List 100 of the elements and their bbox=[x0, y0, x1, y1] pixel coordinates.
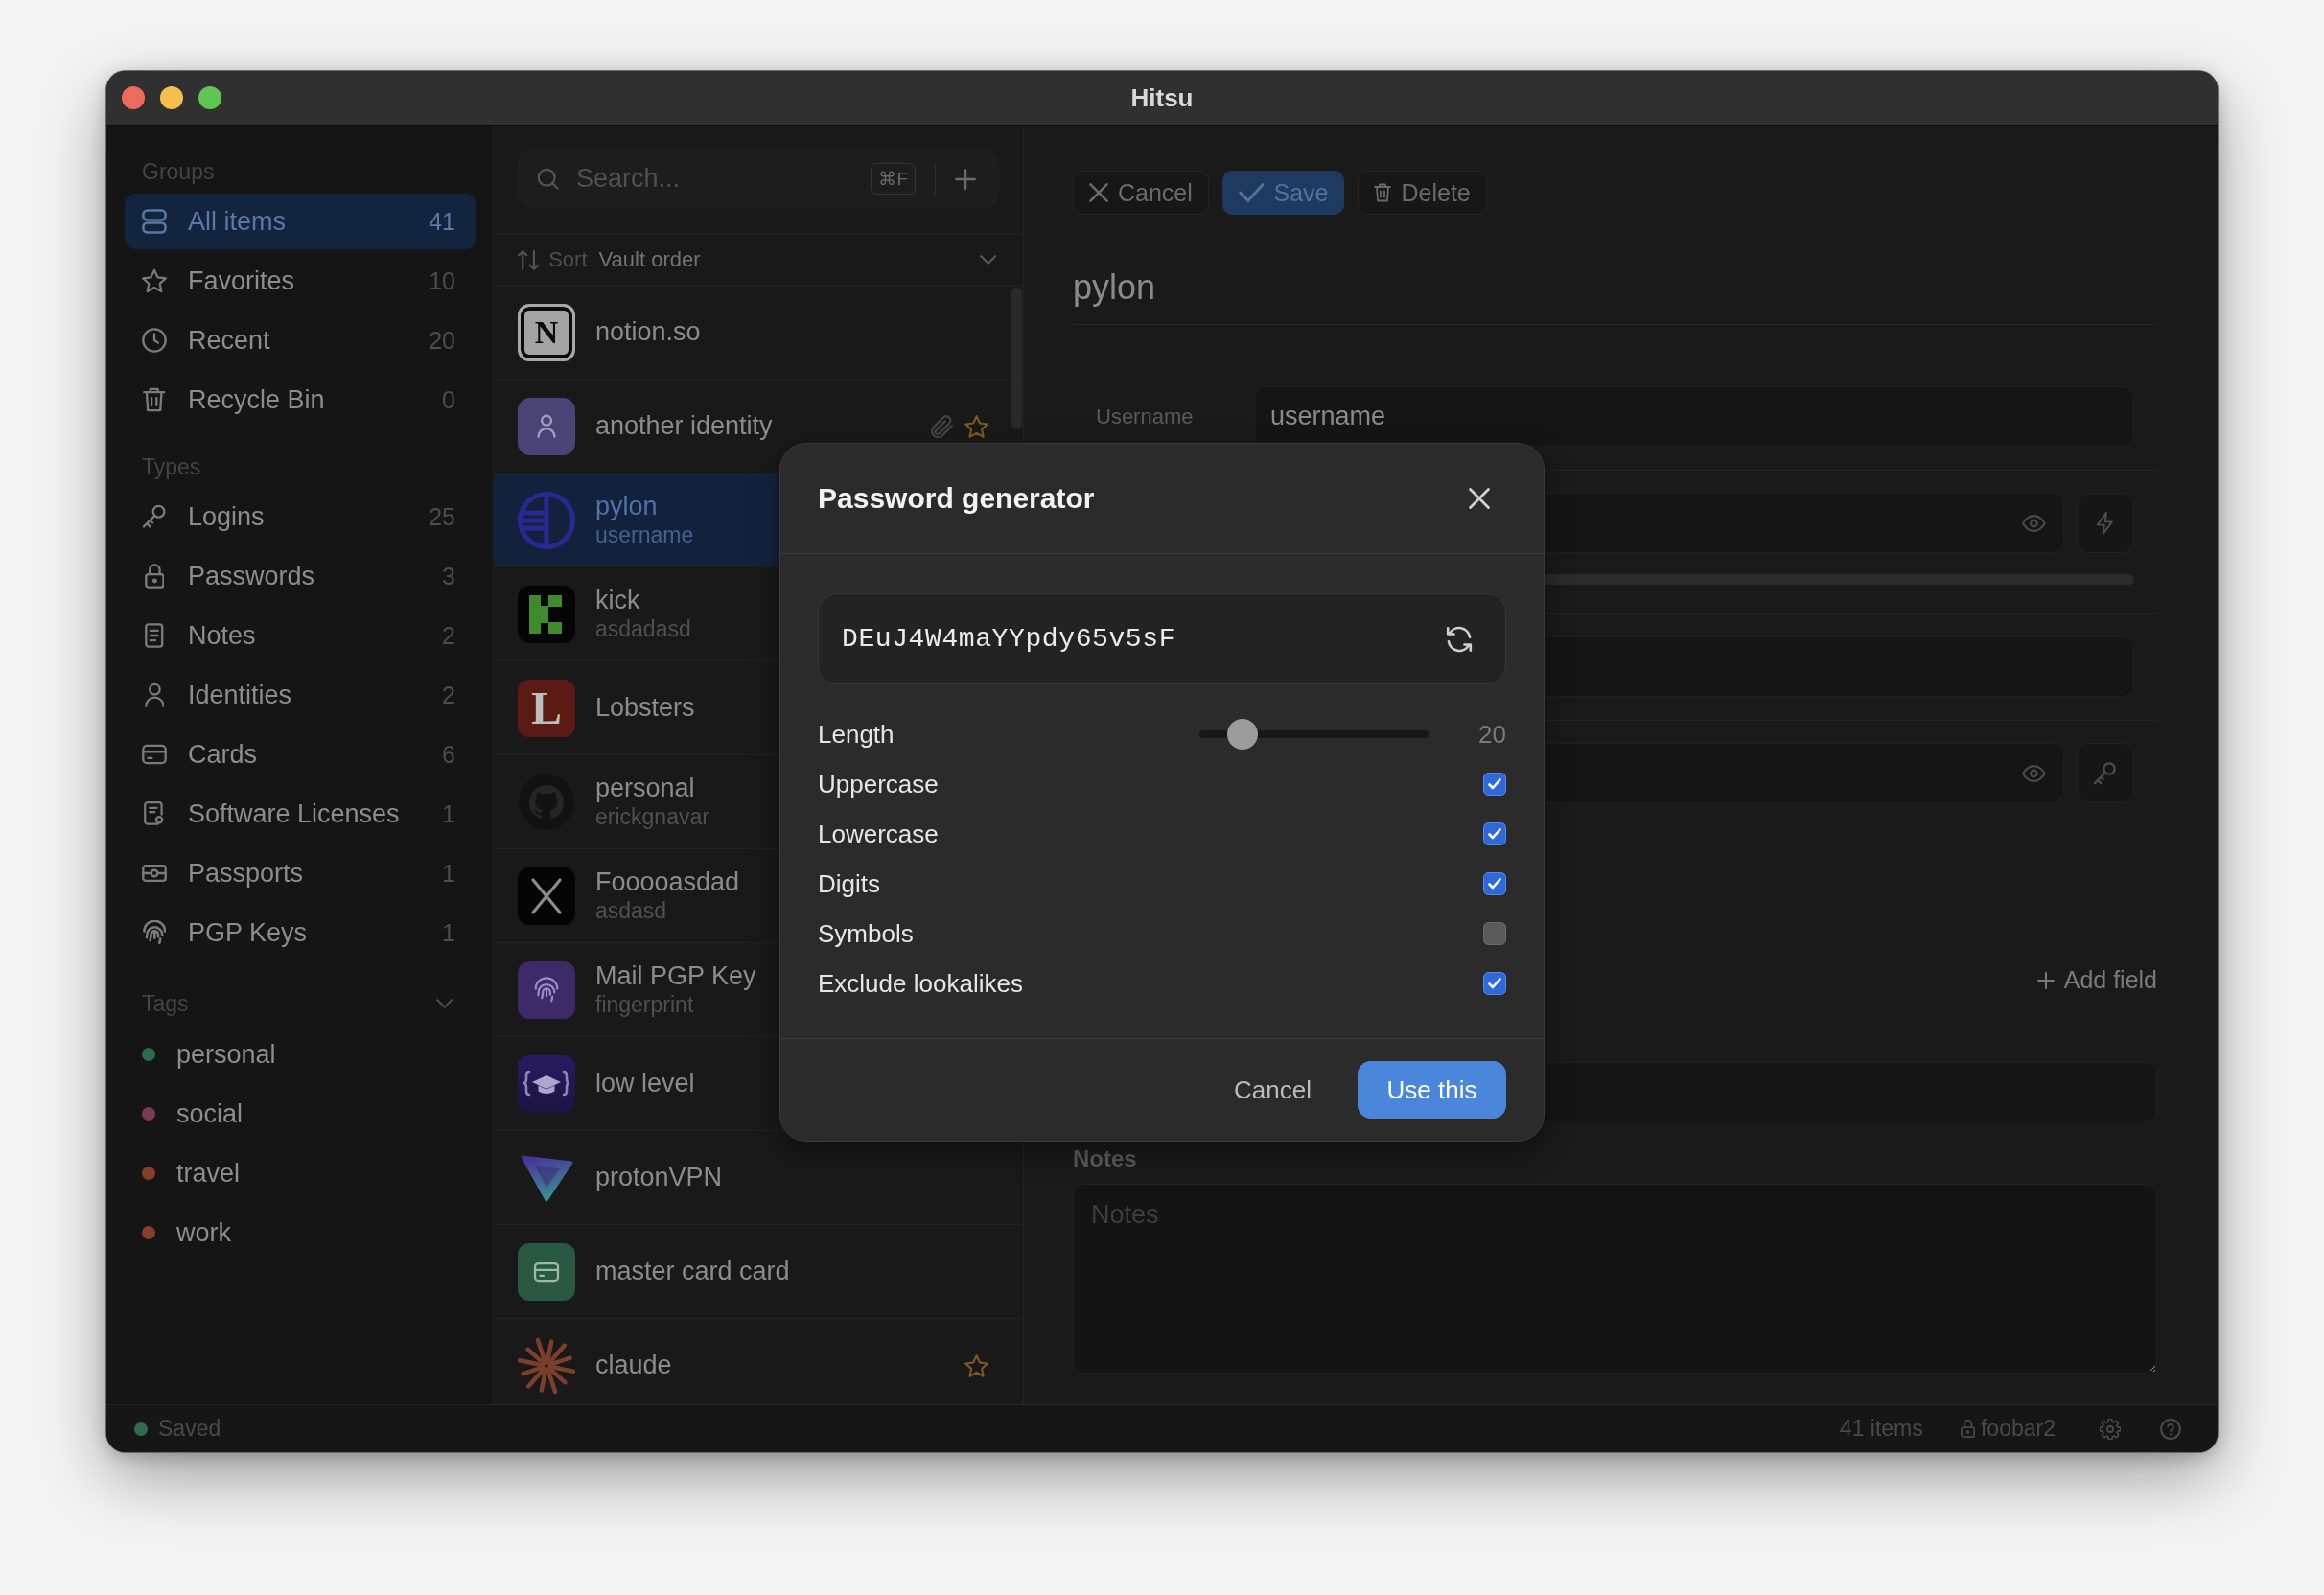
item-title: personal bbox=[595, 773, 695, 803]
option-label: Digits bbox=[818, 868, 880, 899]
person-icon bbox=[144, 682, 165, 707]
sidebar-item[interactable]: Logins 25 bbox=[125, 489, 476, 544]
tag-item[interactable]: personal bbox=[125, 1027, 476, 1082]
add-field-button[interactable]: Add field bbox=[2036, 960, 2157, 1001]
item-title: Lobsters bbox=[595, 692, 695, 723]
certificate-icon bbox=[144, 801, 165, 826]
sidebar-item[interactable]: PGP Keys 1 bbox=[125, 905, 476, 960]
item-count: 2 bbox=[442, 621, 455, 650]
key-button[interactable] bbox=[2077, 743, 2134, 804]
length-value: 20 bbox=[1478, 719, 1506, 750]
item-title: notion.so bbox=[595, 316, 701, 347]
item-count: 25 bbox=[429, 502, 455, 531]
option-label: Uppercase bbox=[818, 769, 939, 799]
fingerprint-icon bbox=[142, 920, 167, 945]
item-title: master card card bbox=[595, 1256, 790, 1286]
sidebar-item[interactable]: Identities 2 bbox=[125, 667, 476, 723]
item-count: 20 bbox=[429, 326, 455, 355]
sort-dropdown[interactable]: Vault order bbox=[598, 247, 996, 272]
field-label: Username bbox=[1096, 404, 1194, 429]
checkbox[interactable] bbox=[1483, 872, 1506, 895]
logo-tile: L bbox=[518, 679, 575, 737]
sidebar-item[interactable]: Software Licenses 1 bbox=[125, 786, 476, 842]
item-title: Mail PGP Key bbox=[595, 960, 756, 991]
text-field[interactable]: username bbox=[1254, 386, 2134, 448]
note-icon bbox=[145, 623, 164, 648]
sidebar-item[interactable]: Cards 6 bbox=[125, 727, 476, 782]
checkbox[interactable] bbox=[1483, 822, 1506, 845]
use-this-button[interactable]: Use this bbox=[1358, 1061, 1506, 1119]
lightning-icon bbox=[2096, 511, 2115, 535]
item-count: 41 bbox=[429, 207, 455, 236]
delete-button[interactable]: Delete bbox=[1358, 171, 1487, 215]
cancel-button[interactable]: Cancel bbox=[1073, 171, 1209, 215]
length-slider[interactable] bbox=[1199, 719, 1429, 750]
shortcut-hint: ⌘F bbox=[871, 163, 916, 195]
tag-item[interactable]: work bbox=[125, 1205, 476, 1260]
notes-label: Notes bbox=[1073, 1145, 1137, 1172]
item-heading: pylon bbox=[1073, 267, 1156, 307]
checkbox[interactable] bbox=[1483, 972, 1506, 995]
item-title: protonVPN bbox=[595, 1162, 723, 1192]
vault-item[interactable]: master card card bbox=[494, 1225, 1023, 1319]
close-icon[interactable] bbox=[1469, 488, 1490, 509]
item-title: Fooooasdad bbox=[595, 867, 740, 897]
star-icon bbox=[142, 268, 167, 293]
logo-tile: N bbox=[518, 303, 575, 361]
zoom-window-button[interactable] bbox=[198, 86, 221, 109]
card-icon bbox=[142, 742, 167, 767]
option-label: Lowercase bbox=[818, 819, 939, 849]
tag-item[interactable]: travel bbox=[125, 1145, 476, 1201]
item-title: pylon bbox=[595, 491, 658, 521]
item-count: 2 bbox=[442, 681, 455, 709]
option-label: Exclude lookalikes bbox=[818, 968, 1023, 999]
stack-icon bbox=[142, 209, 167, 234]
sort-icon bbox=[518, 249, 540, 270]
sidebar-item[interactable]: Recent 20 bbox=[125, 312, 476, 368]
sidebar-item[interactable]: Recycle Bin 0 bbox=[125, 372, 476, 428]
sidebar-item[interactable]: Favorites 10 bbox=[125, 253, 476, 309]
striped-circle-icon bbox=[518, 491, 575, 549]
item-count: 0 bbox=[442, 385, 455, 414]
checkbox[interactable] bbox=[1483, 773, 1506, 796]
option-label: Length bbox=[818, 719, 895, 750]
eye-icon[interactable] bbox=[2022, 764, 2046, 782]
plus-icon[interactable] bbox=[955, 168, 976, 190]
key-icon bbox=[2093, 761, 2118, 785]
x-icon bbox=[1089, 183, 1108, 202]
plus-icon bbox=[2036, 971, 2055, 989]
settings-icon[interactable] bbox=[2100, 1418, 2121, 1440]
fingerprint-icon bbox=[518, 960, 575, 1019]
minimize-window-button[interactable] bbox=[160, 86, 183, 109]
graduation-cap-icon bbox=[518, 1054, 575, 1113]
item-title: another identity bbox=[595, 410, 773, 441]
item-count: 6 bbox=[442, 740, 455, 769]
item-count: 1 bbox=[442, 859, 455, 888]
sidebar-item[interactable]: Passports 1 bbox=[125, 845, 476, 901]
help-icon[interactable] bbox=[2160, 1418, 2181, 1440]
generate-button[interactable] bbox=[2077, 493, 2134, 554]
item-count: 1 bbox=[442, 918, 455, 947]
checkbox[interactable] bbox=[1483, 922, 1506, 945]
sidebar-item[interactable]: Notes 2 bbox=[125, 608, 476, 663]
chevron-down-icon[interactable] bbox=[435, 999, 453, 1008]
chevron-down-icon bbox=[979, 255, 996, 265]
cross-logo-icon bbox=[518, 867, 575, 925]
eye-icon[interactable] bbox=[2022, 514, 2046, 532]
item-title: low level bbox=[595, 1068, 695, 1098]
tag-item[interactable]: social bbox=[125, 1086, 476, 1142]
person-icon bbox=[518, 397, 575, 455]
pixel-logo-icon bbox=[518, 585, 575, 643]
refresh-icon[interactable] bbox=[1446, 625, 1473, 653]
sidebar-item[interactable]: All items 41 bbox=[125, 194, 476, 249]
close-window-button[interactable] bbox=[122, 86, 145, 109]
card-icon bbox=[518, 1242, 575, 1301]
item-count: 1 bbox=[442, 799, 455, 828]
trash-icon bbox=[143, 387, 166, 412]
slider-thumb[interactable] bbox=[1227, 719, 1259, 750]
cancel-button[interactable]: Cancel bbox=[1211, 1061, 1335, 1119]
item-count: 3 bbox=[442, 562, 455, 590]
sidebar-item[interactable]: Passwords 3 bbox=[125, 548, 476, 604]
trash-icon bbox=[1374, 183, 1392, 202]
lock-icon bbox=[144, 564, 165, 589]
